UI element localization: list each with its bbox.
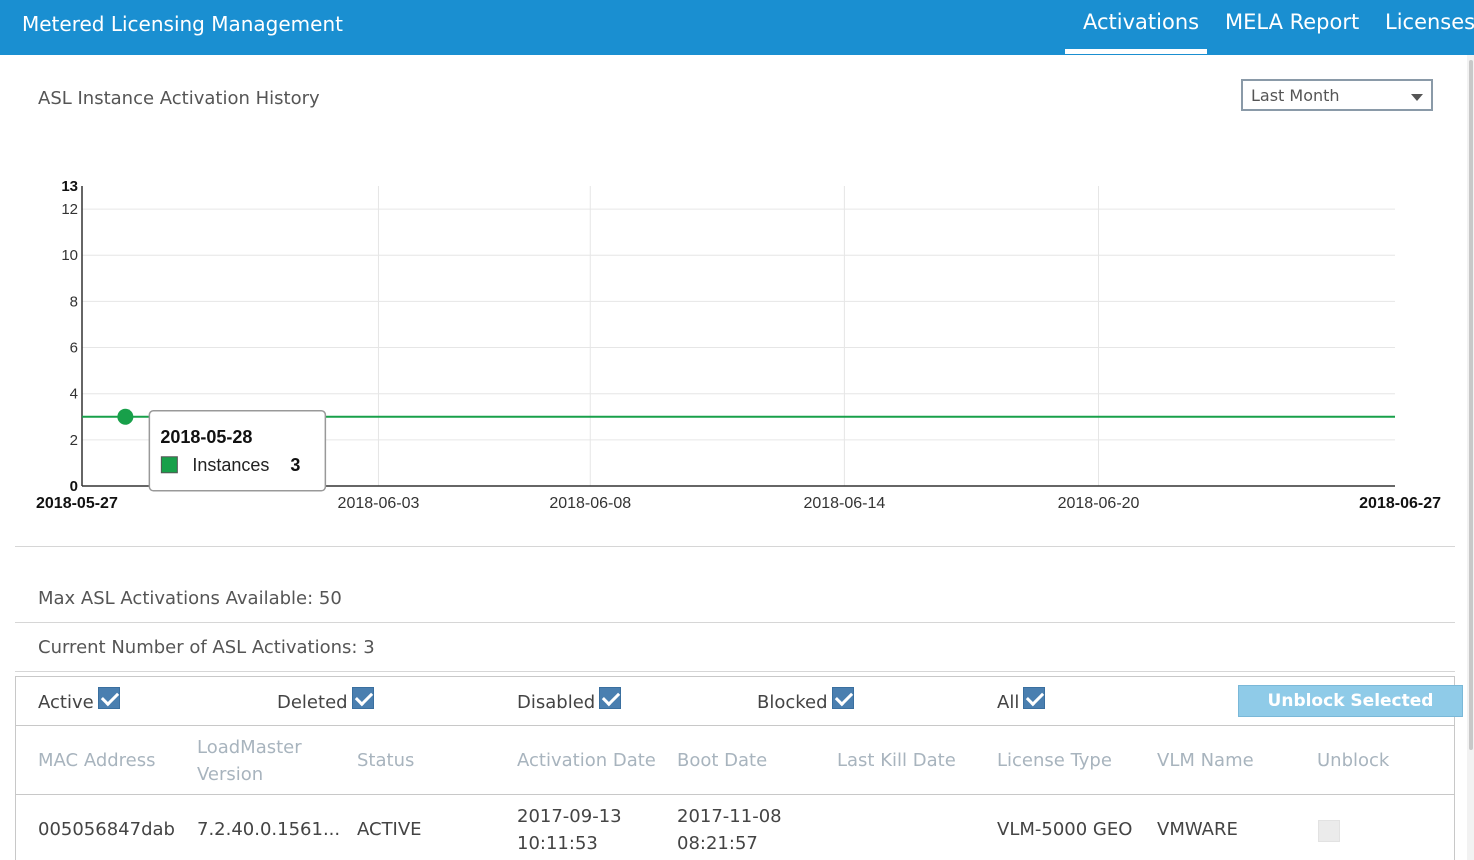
- column-header-license-type[interactable]: License Type: [997, 747, 1112, 774]
- activations-table: MAC Address LoadMaster Version Status Ac…: [15, 726, 1455, 860]
- filter-deleted-checkbox[interactable]: [351, 687, 374, 709]
- tab-mela-report[interactable]: MELA Report: [1225, 10, 1359, 34]
- max-activations-text: Max ASL Activations Available: 50: [38, 588, 342, 609]
- x-tick-label: 2018-06-03: [338, 495, 420, 512]
- y-tick-label: 8: [70, 293, 78, 310]
- active-tab-indicator: [1065, 49, 1207, 54]
- tooltip-series-name: Instances: [192, 455, 269, 475]
- filter-blocked[interactable]: Blocked: [757, 687, 854, 713]
- top-nav-bar: Metered Licensing Management Activations…: [0, 0, 1474, 55]
- cell-loadmaster-version: 7.2.40.0.1561...: [197, 819, 341, 840]
- x-tick-label: 2018-06-14: [803, 495, 885, 512]
- cell-mac-address: 005056847dab: [38, 819, 175, 840]
- cell-activation-time: 10:11:53: [517, 833, 598, 854]
- y-tick-label: 12: [61, 201, 78, 218]
- cell-activation-date: 2017-09-13: [517, 806, 622, 827]
- y-tick-label: 4: [70, 386, 78, 403]
- x-tick-label: 2018-06-27: [1359, 495, 1441, 512]
- tooltip-date: 2018-05-28: [160, 427, 252, 447]
- unblock-selected-button[interactable]: Unblock Selected: [1238, 685, 1463, 717]
- app-title: Metered Licensing Management: [22, 12, 343, 36]
- filter-all[interactable]: All: [997, 687, 1046, 713]
- column-header-boot-date[interactable]: Boot Date: [677, 747, 767, 774]
- filter-label: All: [997, 692, 1020, 713]
- tooltip-legend-swatch: [160, 456, 178, 474]
- filter-disabled-checkbox[interactable]: [599, 687, 622, 709]
- y-tick-label: 2: [70, 432, 78, 449]
- stats-divider: [15, 622, 1455, 623]
- column-header-status[interactable]: Status: [357, 747, 414, 774]
- y-tick-label: 10: [61, 247, 78, 264]
- y-tick-label: 6: [70, 340, 78, 357]
- filter-blocked-checkbox[interactable]: [831, 687, 854, 709]
- column-header-unblock: Unblock: [1317, 750, 1390, 771]
- highlighted-data-point: [117, 408, 134, 425]
- column-header-vlm-name[interactable]: VLM Name: [1157, 747, 1254, 774]
- filter-label: Deleted: [277, 692, 348, 713]
- filter-active-checkbox[interactable]: [97, 687, 120, 709]
- y-tick-label: 13: [61, 178, 78, 195]
- filter-bar: Active Deleted Disabled Blocked All Unbl…: [15, 676, 1463, 726]
- column-header-mac[interactable]: MAC Address: [38, 747, 156, 774]
- time-range-select[interactable]: Last Month: [1241, 79, 1433, 111]
- unblock-row-checkbox[interactable]: [1318, 820, 1340, 842]
- x-tick-label: 2018-06-08: [549, 495, 631, 512]
- cell-boot-date: 2017-11-08: [677, 806, 782, 827]
- filter-active[interactable]: Active: [38, 687, 120, 713]
- column-header-last-kill-date[interactable]: Last Kill Date: [837, 747, 956, 774]
- filter-label: Blocked: [757, 692, 828, 713]
- column-header-version[interactable]: LoadMaster Version: [197, 734, 327, 788]
- column-header-activation-date[interactable]: Activation Date: [517, 747, 656, 774]
- filter-label: Active: [38, 692, 94, 713]
- tab-licenses[interactable]: Licenses: [1385, 10, 1474, 34]
- x-tick-label: 2018-06-20: [1058, 495, 1140, 512]
- filter-deleted[interactable]: Deleted: [277, 687, 374, 713]
- filter-label: Disabled: [517, 692, 596, 713]
- y-tick-label: 0: [70, 478, 78, 495]
- current-activations-text: Current Number of ASL Activations: 3: [38, 637, 375, 658]
- chevron-down-icon: [1411, 94, 1423, 101]
- cell-status: ACTIVE: [357, 819, 422, 840]
- chart-tooltip: [148, 410, 327, 492]
- filter-all-checkbox[interactable]: [1023, 687, 1046, 709]
- stats-divider: [15, 671, 1455, 672]
- chart-title: ASL Instance Activation History: [38, 88, 320, 109]
- cell-boot-time: 08:21:57: [677, 833, 758, 854]
- filter-disabled[interactable]: Disabled: [517, 687, 622, 713]
- section-divider: [15, 546, 1455, 547]
- tab-activations[interactable]: Activations: [1083, 10, 1199, 34]
- activation-history-chart: 0 2 4 6 8 10 12 13 2018-05-27 2018-06-03 2018-06-0…: [36, 178, 1441, 512]
- cell-vlm-name: VMWARE: [1157, 819, 1238, 840]
- time-range-value: Last Month: [1251, 86, 1340, 105]
- table-header-divider: [16, 794, 1454, 795]
- tooltip-value: 3: [290, 455, 300, 475]
- x-tick-label: 2018-05-27: [36, 495, 118, 512]
- cell-license-type: VLM-5000 GEO: [997, 819, 1133, 840]
